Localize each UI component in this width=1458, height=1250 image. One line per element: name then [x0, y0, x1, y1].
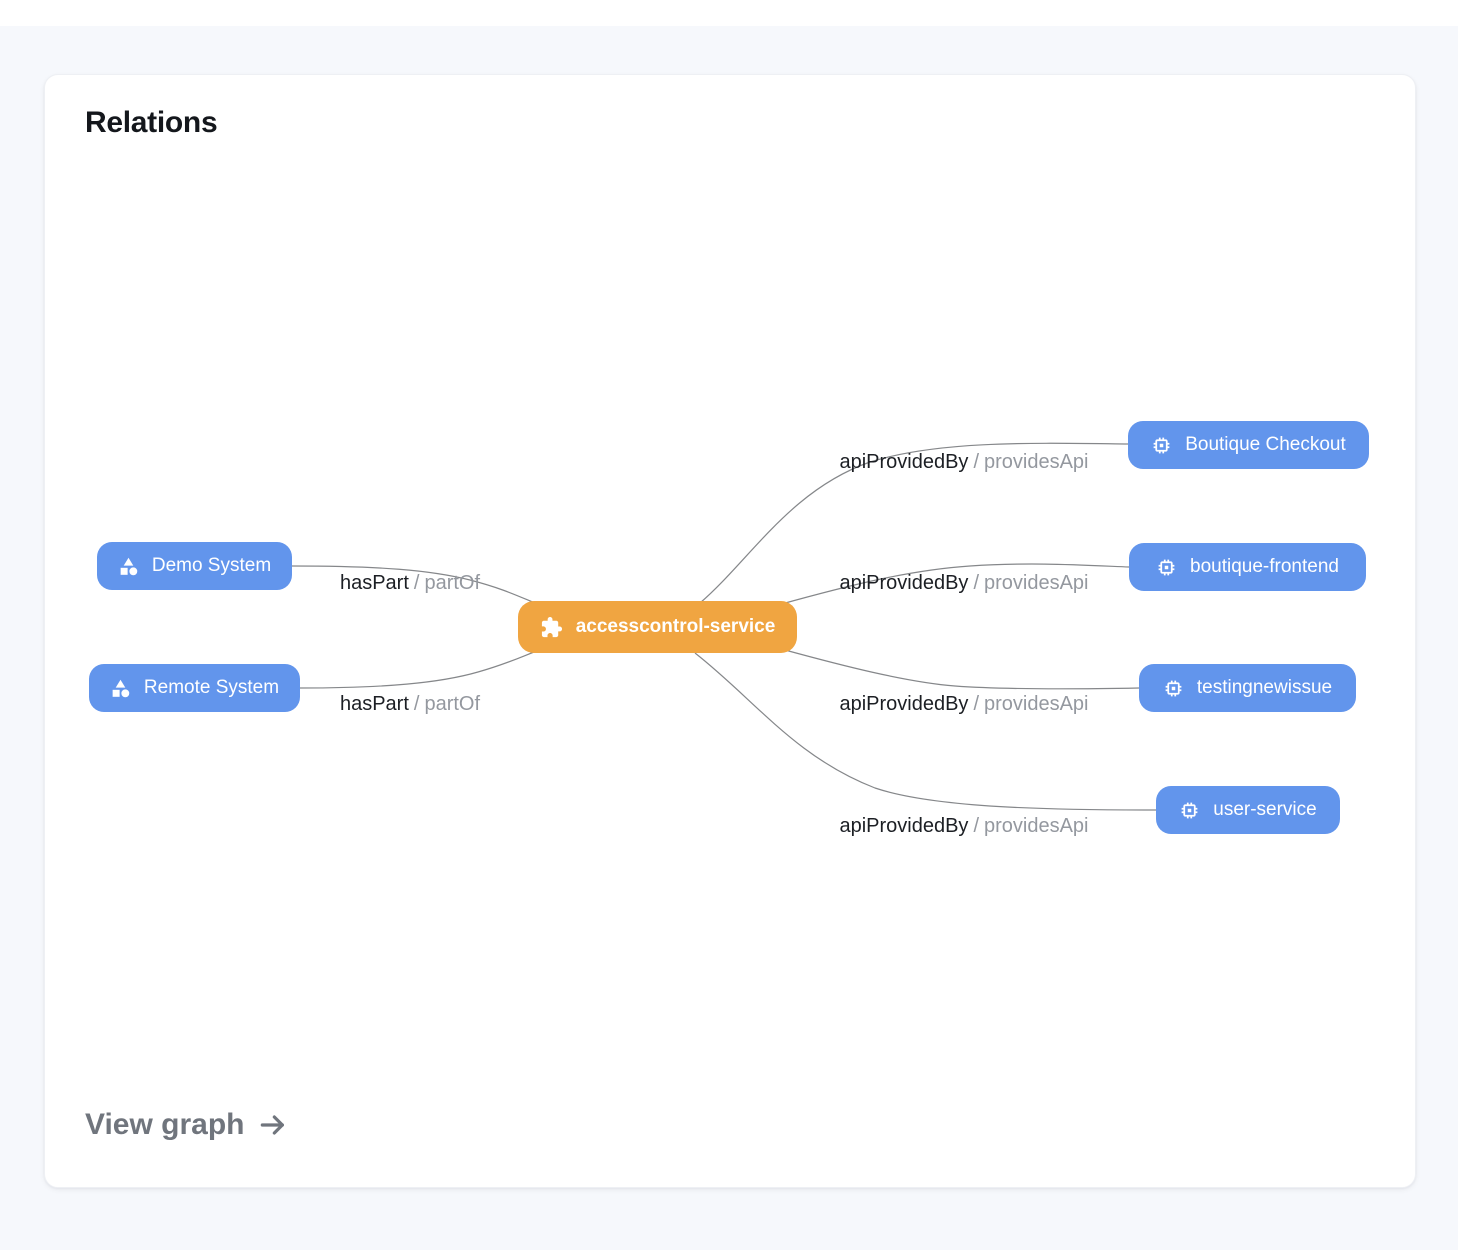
page: { "page": { "title": "Relations", "view_… — [0, 0, 1458, 1250]
entity-node-remote-system[interactable]: Remote System — [89, 664, 300, 712]
arrow-right-icon — [257, 1109, 289, 1141]
node-label: Remote System — [144, 677, 279, 699]
view-graph-link[interactable]: View graph — [85, 1108, 289, 1142]
chip-icon — [1151, 435, 1172, 456]
entity-node-boutique-checkout[interactable]: Boutique Checkout — [1128, 421, 1369, 469]
view-graph-label: View graph — [85, 1108, 245, 1142]
node-label: Boutique Checkout — [1185, 434, 1346, 456]
entity-node-testingnewissue[interactable]: testingnewissue — [1139, 664, 1356, 712]
puzzle-icon — [540, 616, 563, 639]
node-label: Demo System — [152, 555, 271, 577]
chip-icon — [1179, 800, 1200, 821]
entity-node-accesscontrol-service[interactable]: accesscontrol-service — [518, 601, 797, 653]
node-label: boutique-frontend — [1190, 556, 1339, 578]
entity-node-demo-system[interactable]: Demo System — [97, 542, 292, 590]
node-label: testingnewissue — [1197, 677, 1332, 699]
chip-icon — [1156, 557, 1177, 578]
entity-node-user-service[interactable]: user-service — [1156, 786, 1340, 834]
category-icon — [110, 678, 131, 699]
category-icon — [118, 556, 139, 577]
top-strip — [0, 0, 1458, 26]
node-label: user-service — [1213, 799, 1316, 821]
chip-icon — [1163, 678, 1184, 699]
entity-node-boutique-frontend[interactable]: boutique-frontend — [1129, 543, 1366, 591]
page-title: Relations — [85, 106, 217, 140]
node-label: accesscontrol-service — [576, 616, 776, 638]
